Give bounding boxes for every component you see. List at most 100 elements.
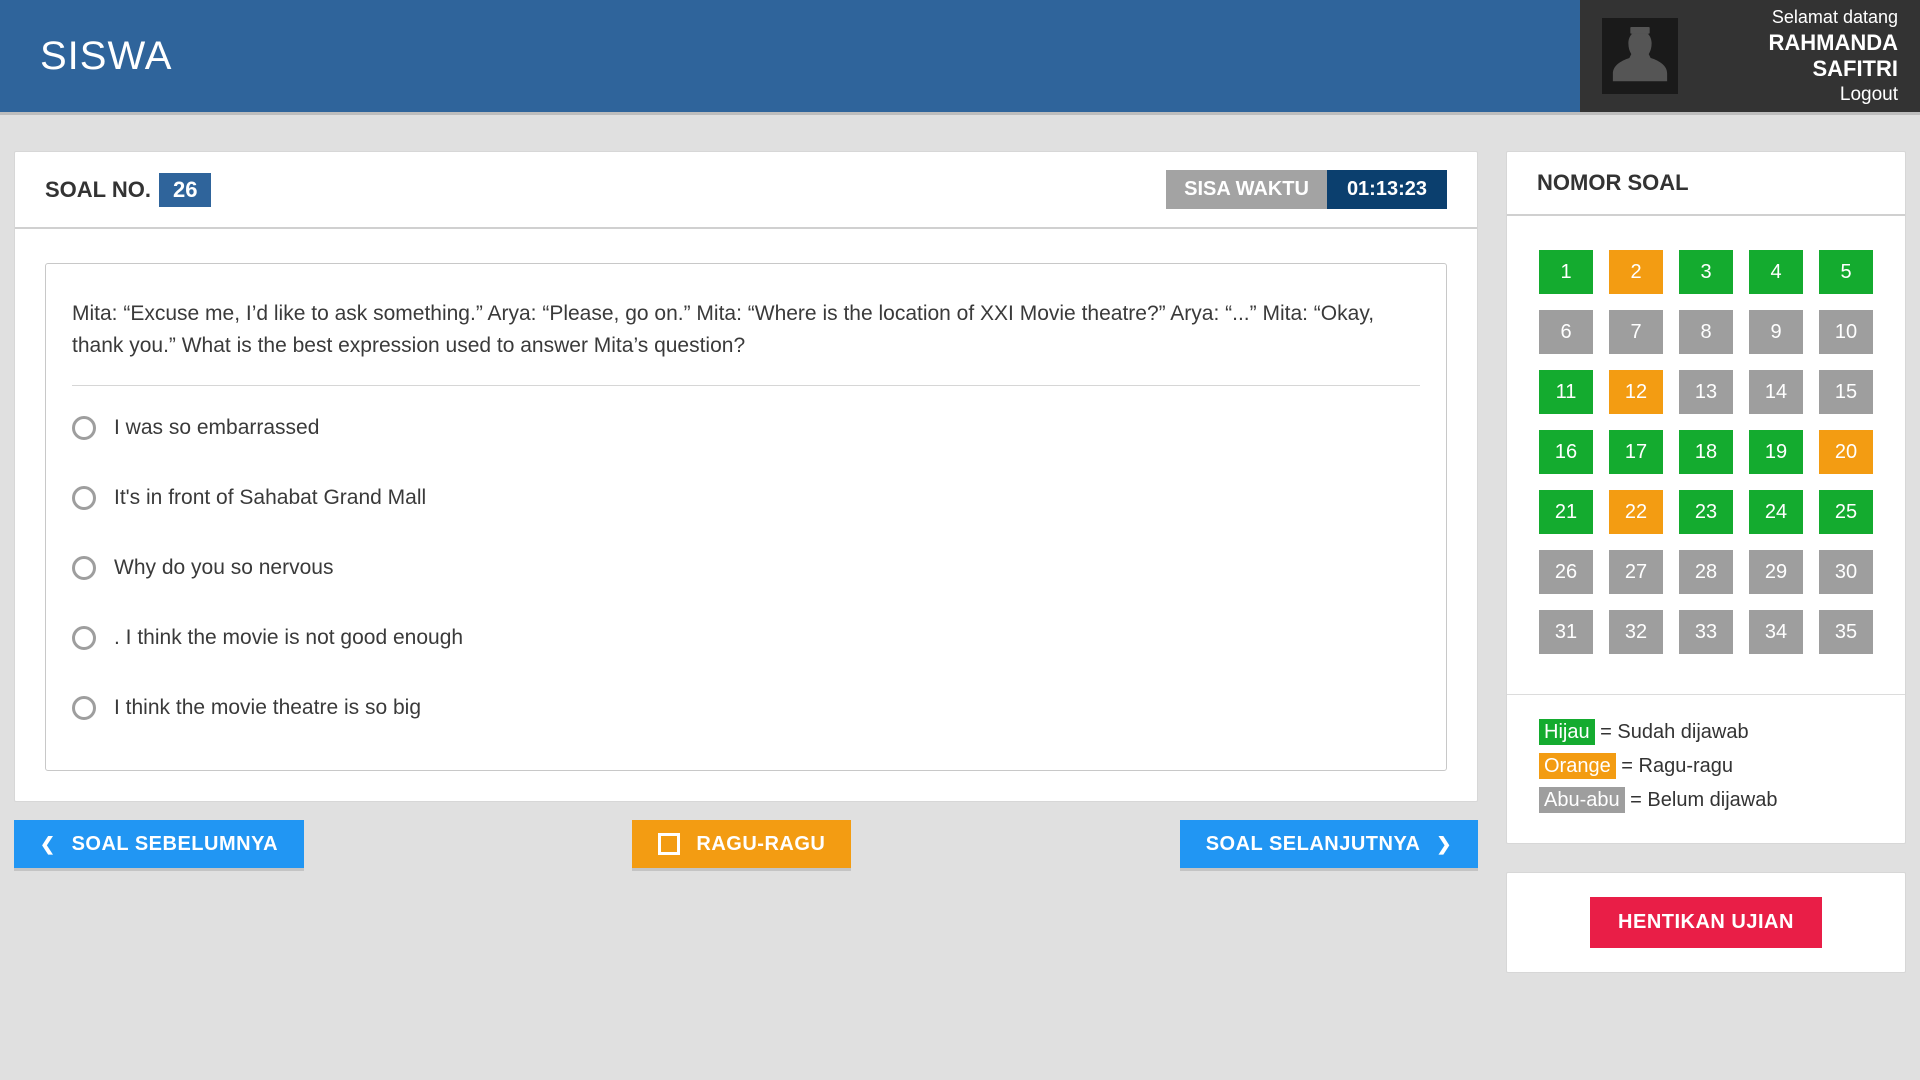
question-nav-cell[interactable]: 11 [1539,370,1593,414]
legend-tag-orange: Orange [1539,753,1616,779]
question-nav-cell[interactable]: 15 [1819,370,1873,414]
answer-option[interactable]: It's in front of Sahabat Grand Mall [72,486,1420,510]
answer-option[interactable]: I think the movie theatre is so big [72,696,1420,720]
next-question-button[interactable]: SOAL SELANJUTNYA ❯ [1180,820,1478,868]
question-nav-cell[interactable]: 27 [1609,550,1663,594]
timer: SISA WAKTU 01:13:23 [1166,170,1447,209]
option-text: I think the movie theatre is so big [114,696,421,720]
question-nav-cell[interactable]: 6 [1539,310,1593,354]
answer-options: I was so embarrassed It's in front of Sa… [72,410,1420,720]
legend-row-gray: Abu-abu = Belum dijawab [1539,783,1873,817]
question-nav-cell[interactable]: 35 [1819,610,1873,654]
checkbox-icon [658,833,680,855]
question-nav-cell[interactable]: 2 [1609,250,1663,294]
question-label: SOAL NO. [45,177,151,203]
question-nav-cell[interactable]: 33 [1679,610,1733,654]
question-nav-cell[interactable]: 32 [1609,610,1663,654]
nav-row: ❮ SOAL SEBELUMNYA RAGU-RAGU SOAL SELANJU… [14,820,1478,868]
radio-icon [72,416,96,440]
question-nav-cell[interactable]: 18 [1679,430,1733,474]
question-nav-cell[interactable]: 20 [1819,430,1873,474]
question-nav-cell[interactable]: 13 [1679,370,1733,414]
question-column: SOAL NO. 26 SISA WAKTU 01:13:23 Mita: “E… [14,151,1478,973]
legend-desc-gray: = Belum dijawab [1625,789,1778,811]
question-nav-cell[interactable]: 16 [1539,430,1593,474]
prev-button-label: SOAL SEBELUMNYA [72,833,278,856]
answer-option[interactable]: . I think the movie is not good enough [72,626,1420,650]
question-panel-header: SOAL NO. 26 SISA WAKTU 01:13:23 [15,152,1477,229]
question-number-wrap: SOAL NO. 26 [45,173,211,207]
question-nav-title: NOMOR SOAL [1507,152,1905,216]
question-nav-cell[interactable]: 7 [1609,310,1663,354]
welcome-text: Selamat datang [1696,7,1898,28]
answer-option[interactable]: I was so embarrassed [72,416,1420,440]
mark-doubt-button[interactable]: RAGU-RAGU [632,820,851,868]
stop-exam-button[interactable]: HENTIKAN UJIAN [1590,897,1822,948]
radio-icon [72,626,96,650]
question-nav-cell[interactable]: 9 [1749,310,1803,354]
question-nav-cell[interactable]: 26 [1539,550,1593,594]
legend-desc-green: = Sudah dijawab [1595,721,1749,743]
next-button-label: SOAL SELANJUTNYA [1206,833,1421,856]
app-title: SISWA [40,34,172,79]
legend-tag-green: Hijau [1539,719,1595,745]
question-nav-cell[interactable]: 1 [1539,250,1593,294]
question-box: Mita: “Excuse me, I’d like to ask someth… [45,263,1447,771]
question-nav-cell[interactable]: 19 [1749,430,1803,474]
question-text: Mita: “Excuse me, I’d like to ask someth… [72,298,1420,386]
question-nav-cell[interactable]: 22 [1609,490,1663,534]
question-nav-cell[interactable]: 23 [1679,490,1733,534]
logout-link[interactable]: Logout [1696,84,1898,106]
question-panel-body: Mita: “Excuse me, I’d like to ask someth… [15,229,1477,801]
app-header: SISWA Selamat datang RAHMANDA SAFITRI Lo… [0,0,1920,115]
prev-question-button[interactable]: ❮ SOAL SEBELUMNYA [14,820,304,868]
chevron-right-icon: ❯ [1436,834,1452,855]
question-number-badge: 26 [159,173,211,207]
legend: Hijau = Sudah dijawab Orange = Ragu-ragu… [1507,694,1905,843]
question-nav-cell[interactable]: 29 [1749,550,1803,594]
answer-option[interactable]: Why do you so nervous [72,556,1420,580]
legend-row-orange: Orange = Ragu-ragu [1539,749,1873,783]
option-text: Why do you so nervous [114,556,333,580]
question-nav-cell[interactable]: 14 [1749,370,1803,414]
header-left: SISWA [0,0,1580,112]
question-nav-cell[interactable]: 5 [1819,250,1873,294]
question-nav-cell[interactable]: 4 [1749,250,1803,294]
user-name: RAHMANDA SAFITRI [1696,30,1898,82]
radio-icon [72,486,96,510]
question-nav-panel: NOMOR SOAL 12345678910111213141516171819… [1506,151,1906,844]
legend-row-green: Hijau = Sudah dijawab [1539,715,1873,749]
question-panel: SOAL NO. 26 SISA WAKTU 01:13:23 Mita: “E… [14,151,1478,802]
legend-desc-orange: = Ragu-ragu [1616,755,1733,777]
question-nav-cell[interactable]: 31 [1539,610,1593,654]
question-nav-cell[interactable]: 17 [1609,430,1663,474]
user-info: Selamat datang RAHMANDA SAFITRI Logout [1696,7,1898,106]
question-nav-cell[interactable]: 28 [1679,550,1733,594]
option-text: . I think the movie is not good enough [114,626,463,650]
option-text: I was so embarrassed [114,416,319,440]
question-nav-cell[interactable]: 21 [1539,490,1593,534]
option-text: It's in front of Sahabat Grand Mall [114,486,426,510]
stop-exam-panel: HENTIKAN UJIAN [1506,872,1906,973]
user-box: Selamat datang RAHMANDA SAFITRI Logout [1580,0,1920,112]
question-nav-cell[interactable]: 8 [1679,310,1733,354]
question-nav-cell[interactable]: 34 [1749,610,1803,654]
question-grid: 1234567891011121314151617181920212223242… [1539,250,1873,654]
timer-value: 01:13:23 [1327,170,1447,209]
question-nav-cell[interactable]: 12 [1609,370,1663,414]
question-nav-cell[interactable]: 10 [1819,310,1873,354]
chevron-left-icon: ❮ [40,834,56,855]
question-grid-wrap: 1234567891011121314151617181920212223242… [1507,216,1905,694]
radio-icon [72,696,96,720]
question-nav-cell[interactable]: 3 [1679,250,1733,294]
question-nav-cell[interactable]: 24 [1749,490,1803,534]
question-nav-cell[interactable]: 25 [1819,490,1873,534]
legend-tag-gray: Abu-abu [1539,787,1625,813]
avatar [1602,18,1678,94]
timer-label: SISA WAKTU [1166,170,1327,209]
main-area: SOAL NO. 26 SISA WAKTU 01:13:23 Mita: “E… [0,115,1920,973]
radio-icon [72,556,96,580]
sidebar-column: NOMOR SOAL 12345678910111213141516171819… [1506,151,1906,973]
question-nav-cell[interactable]: 30 [1819,550,1873,594]
user-icon [1609,25,1671,87]
